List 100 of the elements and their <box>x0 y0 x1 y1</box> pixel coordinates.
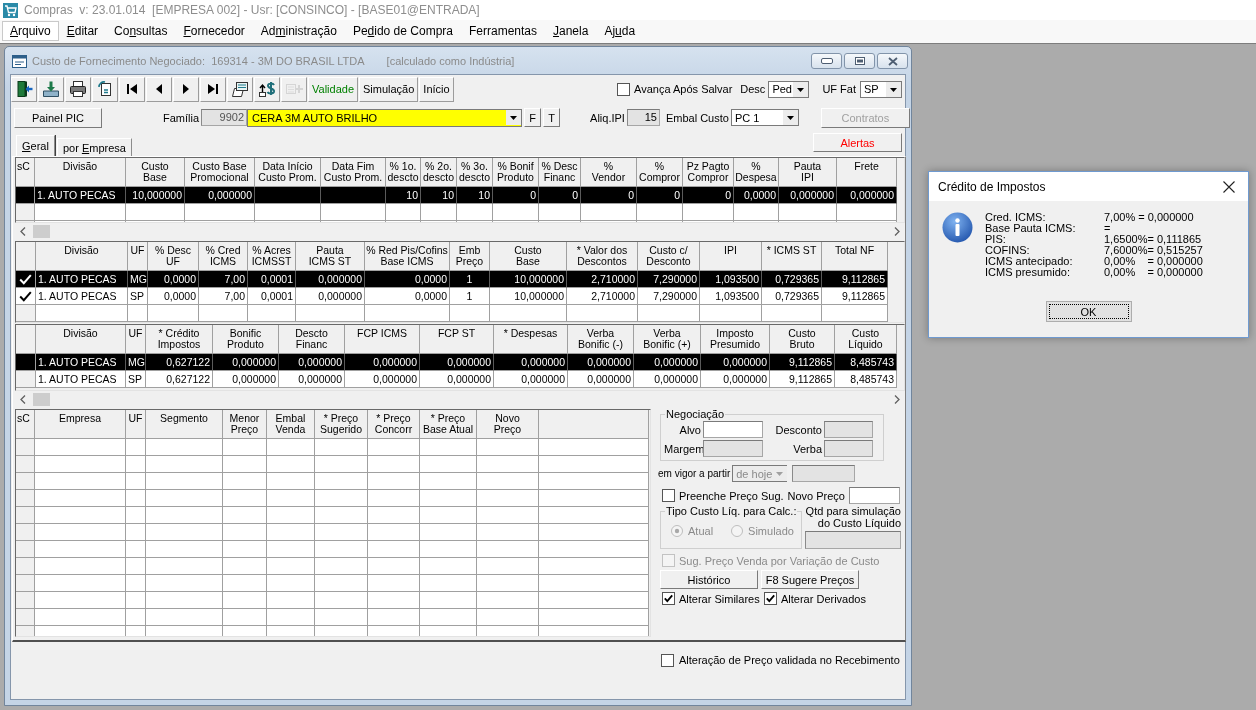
menu-item[interactable]: Arquivo <box>2 21 59 41</box>
aliq-ipi-field[interactable]: 15 <box>626 109 660 126</box>
chevron-right-icon[interactable] <box>893 226 901 236</box>
checkbox[interactable] <box>617 82 631 96</box>
toolbar-button[interactable] <box>11 76 37 102</box>
table-cell: 0,000000 <box>345 354 420 371</box>
caret-down-icon[interactable] <box>782 110 798 125</box>
table-cell: 1. AUTO PECAS <box>35 187 126 204</box>
table-row[interactable]: 1. AUTO PECAS MG 0,627122 0,000000 0,000000 0,000000 0,000000 0,000000 0,000000 0,000000 0,000000 9,112865 8,485743 <box>16 354 897 371</box>
scrollbar-thumb[interactable] <box>33 392 50 406</box>
embal-custo-select[interactable]: PC 1 <box>730 109 799 126</box>
row-selector[interactable] <box>16 354 36 371</box>
painel-pic-button[interactable]: Painel PIC <box>14 107 102 128</box>
table-row[interactable]: 1. AUTO PECAS 10,000000 0,000000 10 10 10 0 0 0 0 0 0,0000 0,000000 0,000000 <box>16 187 897 204</box>
menu-item[interactable]: Editar <box>58 21 107 41</box>
menu-item[interactable]: Ajuda <box>596 21 644 41</box>
table-cell: 10,000000 <box>126 187 185 204</box>
group-title: Tipo Custo Líq. para Calc.: <box>665 505 798 517</box>
familia-combobox[interactable]: CERA 3M AUTO BRILHO <box>247 108 523 127</box>
toolbar-button[interactable] <box>200 76 226 102</box>
toolbar-button[interactable]: Validade <box>308 76 358 102</box>
minimize-button[interactable] <box>811 53 842 69</box>
column-header: Custo Bruto <box>770 325 835 354</box>
table-cell: SP <box>128 288 148 305</box>
tax-label: PIS: <box>985 234 1007 245</box>
menu-item[interactable]: Janela <box>545 21 597 41</box>
scrollbar-thumb[interactable] <box>33 224 50 238</box>
close-button[interactable] <box>1221 178 1237 195</box>
check-icon[interactable] <box>19 290 32 302</box>
menu-item[interactable]: Administração <box>252 21 345 41</box>
toolbar-button[interactable]: Início <box>419 76 454 102</box>
table-cell: 10 <box>386 187 421 204</box>
table-cell: 0,000000 <box>420 371 494 388</box>
chevron-left-icon[interactable] <box>19 226 27 236</box>
toolbar-button[interactable] <box>65 76 91 102</box>
checkbox-label: Avança Após Salvar <box>634 83 733 95</box>
table-cell: 0,000000 <box>296 271 365 288</box>
maximize-button[interactable] <box>844 53 875 69</box>
table-cell: 9,112865 <box>770 371 835 388</box>
family-button[interactable]: T <box>543 108 561 127</box>
table-row[interactable]: 1. AUTO PECAS MG 0,0000 7,00 0,0001 0,000000 0,0000 1 10,000000 2,710000 7,290000 1,093500 0,729365 9,112865 <box>16 271 888 288</box>
chevron-right-icon[interactable] <box>893 394 901 404</box>
toolbar-button[interactable] <box>92 76 118 102</box>
desc-select[interactable]: Ped <box>768 80 810 98</box>
row-selector[interactable] <box>16 288 36 305</box>
column-header: * Valor dos Descontos <box>567 242 638 271</box>
family-button[interactable]: F <box>524 108 542 127</box>
table-cell: 0,000000 <box>779 187 837 204</box>
ok-button[interactable]: OK <box>1045 301 1132 322</box>
table-cell: 7,00 <box>199 288 248 305</box>
checkbox[interactable] <box>662 592 675 605</box>
table-cell: 10,000000 <box>490 288 567 305</box>
tab[interactable]: por Empresa <box>56 138 132 156</box>
familia-code-field[interactable]: 9902 <box>201 109 248 126</box>
toolbar-button[interactable] <box>173 76 199 102</box>
table-cell: 0,000000 <box>494 354 568 371</box>
checkbox-label: Alterar Similares <box>679 592 761 605</box>
table-row[interactable]: 1. AUTO PECAS SP 0,627122 0,000000 0,000000 0,000000 0,000000 0,000000 0,000000 0,000000 0,000000 9,112865 8,485743 <box>16 371 897 388</box>
menu-item[interactable]: Fornecedor <box>175 21 253 41</box>
input-field[interactable] <box>703 421 763 438</box>
checkbox[interactable] <box>661 654 674 667</box>
toolbar-button[interactable] <box>227 76 253 102</box>
chevron-left-icon[interactable] <box>19 394 27 404</box>
table-cell: 2,710000 <box>567 288 638 305</box>
column-header: FCP ST <box>420 325 494 354</box>
column-header: Imposto Presumido <box>701 325 770 354</box>
row-selector[interactable] <box>16 187 35 204</box>
door-arrow-icon <box>15 80 33 98</box>
table-cell: 0,000000 <box>185 187 255 204</box>
row-selector[interactable] <box>16 271 36 288</box>
toolbar-button[interactable] <box>146 76 172 102</box>
caret-down-icon[interactable] <box>506 110 522 125</box>
tab[interactable]: Geral <box>16 135 55 156</box>
close-button[interactable] <box>877 53 908 69</box>
toolbar-button[interactable]: Simulação <box>359 76 419 102</box>
tray-arrow-icon <box>42 80 60 98</box>
caret-down-icon[interactable] <box>886 81 901 97</box>
desc-label: Desc <box>740 83 766 95</box>
menu-item[interactable]: Ferramentas <box>461 21 545 41</box>
column-header: Verba Bonific (+) <box>634 325 701 354</box>
table-cell: 0 <box>493 187 539 204</box>
table-cell: 0 <box>581 187 637 204</box>
uf-fat-select[interactable]: SP <box>860 80 902 98</box>
panel-button[interactable]: Histórico <box>660 570 758 589</box>
menu-item[interactable]: Pedido de Compra <box>344 21 461 41</box>
alertas-button[interactable]: Alertas <box>813 133 902 152</box>
menu-item[interactable]: Consultas <box>106 21 176 41</box>
caret-down-icon[interactable] <box>793 81 809 97</box>
column-header: Embal Venda <box>267 410 315 439</box>
input-field[interactable] <box>849 487 900 504</box>
toolbar-button[interactable] <box>254 76 280 102</box>
input-field[interactable] <box>792 465 856 482</box>
table-row[interactable]: 1. AUTO PECAS SP 0,0000 7,00 0,0001 0,000000 0,0000 1 10,000000 2,710000 7,290000 1,093500 0,729365 9,112865 <box>16 288 888 305</box>
column-header: Emb Preço <box>450 242 490 271</box>
panel-button[interactable]: F8 Sugere Preços <box>761 570 859 589</box>
checkbox[interactable] <box>764 592 777 605</box>
toolbar-button[interactable] <box>119 76 145 102</box>
toolbar-button[interactable] <box>38 76 64 102</box>
column-header: % Despesa <box>734 158 779 187</box>
checkbox[interactable] <box>662 489 675 502</box>
